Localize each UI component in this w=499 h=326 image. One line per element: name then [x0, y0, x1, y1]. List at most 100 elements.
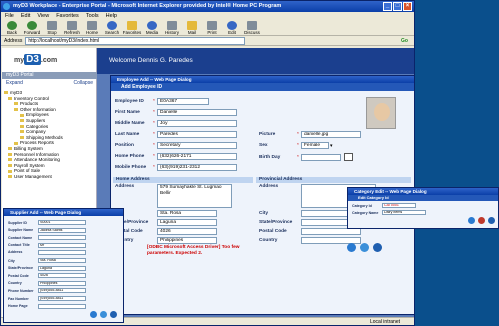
supplier-field-row: Country Philippines — [8, 280, 86, 286]
favorites-button[interactable]: Favorites — [123, 20, 141, 35]
mobile-phone-input[interactable]: (63)(919)231-2312 — [157, 164, 237, 171]
supplier-field-row: Phone Number (049)555-8811 — [8, 288, 86, 294]
close-button[interactable]: × — [403, 2, 412, 11]
menu-file[interactable]: File — [5, 12, 14, 20]
supplier-field-input[interactable]: Sta. Rosa — [38, 258, 86, 263]
postal-code-input[interactable]: 4026 — [157, 228, 217, 235]
home-address-input[interactable]: 579 Sumayhakle St. Lugmao Bellir — [157, 184, 232, 208]
refresh-icon[interactable] — [360, 243, 369, 252]
media-icon — [147, 20, 157, 30]
supplier-field-input[interactable] — [38, 303, 86, 309]
stop-button[interactable]: Stop — [43, 20, 61, 35]
print-icon — [207, 20, 217, 30]
address-input[interactable]: http://localhost/myD3/index.html — [25, 36, 246, 45]
field-label: Contact Title — [8, 243, 30, 248]
supplier-dialog: Supplier Add -- Web Page Dialog Supplier… — [3, 208, 124, 323]
field-label: Picture — [259, 132, 276, 137]
ie-icon — [3, 3, 10, 10]
field-label: Category Name — [352, 210, 379, 215]
menu-view[interactable]: View — [37, 12, 49, 20]
first-name-input[interactable]: Danielle — [157, 109, 237, 116]
refresh-icon — [67, 20, 77, 30]
calendar-icon[interactable] — [344, 153, 353, 161]
home-address-section: Home Address — [113, 177, 253, 183]
home-icon — [87, 20, 97, 30]
supplier-field-input[interactable]: 4026 — [38, 273, 86, 279]
tree-item[interactable]: User Management — [4, 174, 96, 180]
menu-favorites[interactable]: Favorites — [56, 12, 79, 20]
refresh-button[interactable]: Refresh — [63, 20, 81, 35]
nav-tree: myD3 Inventory Control Products Other In… — [4, 90, 96, 180]
field-label: Fax Number — [8, 296, 29, 301]
field-label: Position — [115, 143, 134, 148]
supplier-field-row: Supplier ID S0001 — [8, 220, 86, 225]
close-dialog-icon[interactable] — [488, 217, 495, 224]
supplier-field-input[interactable]: Laguna — [38, 265, 86, 271]
forward-button[interactable]: Forward — [23, 20, 41, 35]
field-label: Supplier Name — [8, 228, 34, 233]
field-label: Contact Name — [8, 235, 33, 240]
supplier-field-input[interactable]: (049)555-8811 — [38, 296, 86, 301]
category-name-input[interactable]: Dairy Items — [382, 210, 426, 215]
supplier-field-row: Contact Name — [8, 235, 86, 241]
city-input[interactable]: Sta. Rosa — [157, 210, 217, 217]
field-label: Home Page — [8, 304, 28, 309]
welcome-banner: Welcome Dennis G. Paredes — [97, 48, 414, 74]
birthday-input[interactable] — [301, 153, 341, 161]
discuss-icon — [247, 20, 257, 30]
middle-name-input[interactable]: Joy — [157, 120, 237, 127]
sex-select[interactable]: Female — [301, 142, 329, 149]
field-label: State/Province — [8, 266, 33, 271]
home-button[interactable]: Home — [83, 20, 101, 35]
maximize-button[interactable]: □ — [393, 2, 402, 11]
menu-tools[interactable]: Tools — [86, 12, 99, 20]
field-label: City — [259, 211, 269, 216]
save-icon[interactable] — [347, 243, 356, 252]
employee-id-input[interactable]: E0A367 — [157, 98, 209, 105]
stop-icon — [47, 20, 57, 30]
menu-edit[interactable]: Edit — [21, 12, 30, 20]
dialog-header: Edit Category Id — [348, 195, 498, 201]
menu-help[interactable]: Help — [106, 12, 117, 20]
field-label: Category Id — [352, 203, 372, 208]
supplier-field-input[interactable]: S0001 — [38, 220, 86, 225]
state-input[interactable]: Laguna — [157, 219, 217, 226]
category-id-input[interactable]: CAT0001 — [382, 203, 416, 208]
last-name-input[interactable]: Paredes — [157, 131, 237, 138]
expand-link[interactable]: Expand — [6, 80, 23, 86]
home-phone-input[interactable]: (632)626-2171 — [157, 153, 237, 160]
prov-postal-input[interactable] — [301, 228, 361, 235]
search-button[interactable]: Search — [103, 20, 121, 35]
refresh-icon[interactable] — [100, 311, 107, 318]
back-button[interactable]: Back — [3, 20, 21, 35]
field-label: Address — [259, 184, 279, 189]
supplier-field-input[interactable]: Mr — [38, 242, 86, 248]
discuss-button[interactable]: Discuss — [243, 20, 261, 35]
edit-button[interactable]: Edit — [223, 20, 241, 35]
supplier-field-input[interactable] — [38, 235, 86, 241]
supplier-field-input[interactable] — [38, 250, 86, 256]
supplier-field-input[interactable]: Jacinta Saints — [38, 227, 86, 233]
supplier-field-row: Postal Code 4026 — [8, 273, 86, 279]
close-dialog-icon[interactable] — [110, 311, 117, 318]
save-icon[interactable] — [468, 217, 475, 224]
field-label: Country — [259, 238, 278, 243]
chevron-down-icon: ▾ — [330, 142, 333, 149]
go-button[interactable]: Go — [401, 38, 408, 44]
position-input[interactable]: Secretary — [157, 142, 237, 149]
collapse-link[interactable]: Collapse — [74, 80, 93, 87]
supplier-field-input[interactable]: (049)555-8811 — [38, 288, 86, 294]
delete-icon[interactable] — [478, 217, 485, 224]
print-button[interactable]: Print — [203, 20, 221, 35]
field-label: Birth Day — [259, 154, 281, 160]
save-icon[interactable] — [90, 311, 97, 318]
field-label: Country — [8, 281, 22, 286]
media-button[interactable]: Media — [143, 20, 161, 35]
supplier-field-input[interactable]: Philippines — [38, 280, 86, 286]
picture-input[interactable]: danielle.jpg — [301, 131, 361, 138]
history-button[interactable]: History — [163, 20, 181, 35]
minimize-button[interactable]: _ — [383, 2, 392, 11]
close-dialog-icon[interactable] — [373, 243, 382, 252]
mail-button[interactable]: Mail — [183, 20, 201, 35]
country-input[interactable]: Philippines — [157, 237, 217, 244]
